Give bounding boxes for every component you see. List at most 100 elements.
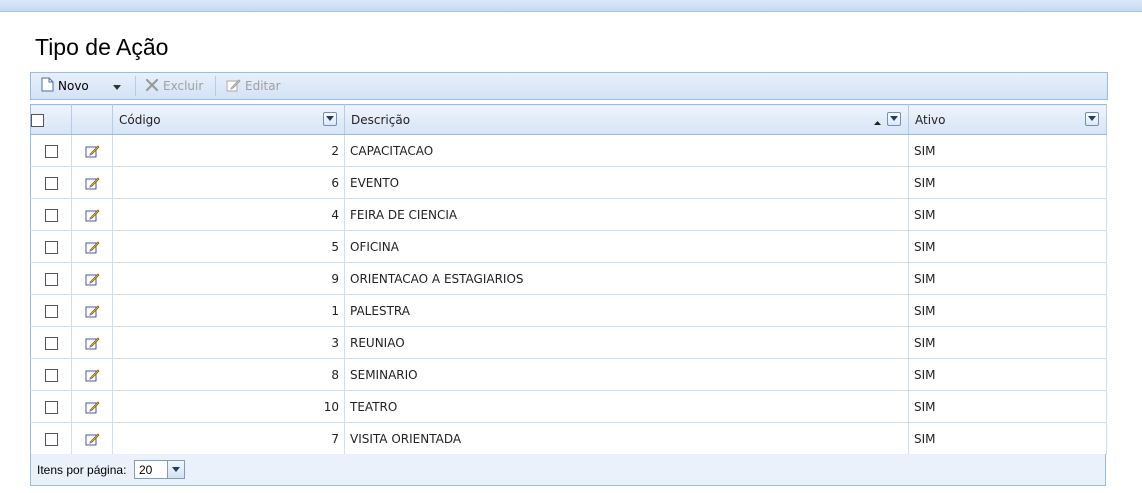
row-checkbox[interactable]: [44, 176, 58, 190]
table-row[interactable]: 6 EVENTO SIM: [30, 166, 1107, 199]
column-header-label: Código: [119, 112, 161, 127]
table-row[interactable]: 1 PALESTRA SIM: [30, 294, 1107, 327]
items-per-page-value: 20: [139, 463, 153, 477]
cell-codigo: 8: [112, 358, 345, 391]
row-select-cell[interactable]: [30, 390, 72, 423]
table-row[interactable]: 7 VISITA ORIENTADA SIM: [30, 422, 1107, 455]
row-checkbox[interactable]: [44, 304, 58, 318]
select-all-header[interactable]: [30, 104, 72, 135]
table-row[interactable]: 9 ORIENTACAO A ESTAGIARIOS SIM: [30, 262, 1107, 295]
chevron-down-icon[interactable]: [167, 461, 184, 478]
select-all-checkbox[interactable]: [31, 113, 44, 127]
column-header-label: Ativo: [915, 112, 946, 127]
row-checkbox[interactable]: [44, 144, 58, 158]
row-select-cell[interactable]: [30, 262, 72, 295]
row-edit-cell[interactable]: [71, 390, 113, 423]
row-select-cell[interactable]: [30, 166, 72, 199]
row-edit-cell[interactable]: [71, 134, 113, 167]
cell-descricao: FEIRA DE CIENCIA: [344, 198, 909, 231]
row-edit-cell[interactable]: [71, 326, 113, 359]
edit-record-icon[interactable]: [85, 175, 100, 190]
row-edit-cell[interactable]: [71, 422, 113, 455]
row-select-cell[interactable]: [30, 422, 72, 455]
cell-codigo: 3: [112, 326, 345, 359]
cell-descricao: VISITA ORIENTADA: [344, 422, 909, 455]
edit-record-icon[interactable]: [85, 335, 100, 350]
column-header-descricao[interactable]: Descrição: [344, 104, 909, 135]
new-dropdown-button[interactable]: [113, 73, 121, 99]
cell-descricao: EVENTO: [344, 166, 909, 199]
edit-record-icon[interactable]: [85, 143, 100, 158]
cell-codigo: 5: [112, 230, 345, 263]
items-per-page-select[interactable]: 20: [134, 460, 185, 479]
new-button[interactable]: Novo: [41, 73, 89, 99]
cell-codigo: 9: [112, 262, 345, 295]
row-select-cell[interactable]: [30, 358, 72, 391]
edit-record-icon[interactable]: [85, 367, 100, 382]
row-checkbox[interactable]: [44, 208, 58, 222]
cell-descricao: CAPACITACAO: [344, 134, 909, 167]
grid-header-row: Código Descrição Ativo: [30, 104, 1107, 135]
column-header-codigo[interactable]: Código: [112, 104, 345, 135]
items-per-page-label: Itens por página:: [37, 463, 127, 477]
cell-ativo: SIM: [908, 198, 1107, 231]
row-edit-cell[interactable]: [71, 198, 113, 231]
edit-record-icon[interactable]: [85, 239, 100, 254]
row-select-cell[interactable]: [30, 294, 72, 327]
cell-codigo: 7: [112, 422, 345, 455]
edit-button[interactable]: Editar: [226, 73, 281, 99]
row-checkbox[interactable]: [44, 272, 58, 286]
row-edit-cell[interactable]: [71, 230, 113, 263]
new-button-label: Novo: [58, 79, 89, 93]
row-select-cell[interactable]: [30, 230, 72, 263]
cell-ativo: SIM: [908, 166, 1107, 199]
cell-descricao: REUNIAO: [344, 326, 909, 359]
row-checkbox[interactable]: [44, 368, 58, 382]
cell-ativo: SIM: [908, 422, 1107, 455]
row-edit-cell[interactable]: [71, 166, 113, 199]
cell-codigo: 4: [112, 198, 345, 231]
filter-dropdown-icon[interactable]: [323, 112, 337, 126]
column-header-label: Descrição: [351, 112, 411, 127]
row-checkbox[interactable]: [44, 400, 58, 414]
edit-record-icon[interactable]: [85, 399, 100, 414]
pencil-icon: [226, 78, 241, 95]
edit-record-icon[interactable]: [85, 207, 100, 222]
row-checkbox[interactable]: [44, 336, 58, 350]
row-checkbox[interactable]: [44, 240, 58, 254]
cell-ativo: SIM: [908, 294, 1107, 327]
row-select-cell[interactable]: [30, 198, 72, 231]
table-row[interactable]: 2 CAPACITACAO SIM: [30, 134, 1107, 167]
close-icon: [145, 78, 159, 95]
edit-record-icon[interactable]: [85, 303, 100, 318]
edit-record-icon[interactable]: [85, 271, 100, 286]
page-title: Tipo de Ação: [35, 34, 169, 60]
row-select-cell[interactable]: [30, 134, 72, 167]
table-row[interactable]: 8 SEMINARIO SIM: [30, 358, 1107, 391]
table-row[interactable]: 10 TEATRO SIM: [30, 390, 1107, 423]
row-edit-cell[interactable]: [71, 294, 113, 327]
row-edit-cell[interactable]: [71, 358, 113, 391]
row-select-cell[interactable]: [30, 326, 72, 359]
delete-button[interactable]: Excluir: [145, 73, 203, 99]
cell-descricao: SEMINARIO: [344, 358, 909, 391]
cell-codigo: 6: [112, 166, 345, 199]
toolbar-separator: [215, 76, 216, 96]
table-row[interactable]: 3 REUNIAO SIM: [30, 326, 1107, 359]
filter-dropdown-icon[interactable]: [1085, 112, 1099, 126]
edit-button-label: Editar: [245, 79, 281, 93]
delete-button-label: Excluir: [163, 79, 204, 93]
new-document-icon: [41, 77, 54, 95]
cell-ativo: SIM: [908, 230, 1107, 263]
table-row[interactable]: 4 FEIRA DE CIENCIA SIM: [30, 198, 1107, 231]
table-row[interactable]: 5 OFICINA SIM: [30, 230, 1107, 263]
grid-footer: Itens por página: 20: [30, 454, 1106, 486]
filter-dropdown-icon[interactable]: [887, 112, 901, 126]
cell-codigo: 1: [112, 294, 345, 327]
row-checkbox[interactable]: [44, 432, 58, 446]
column-header-ativo[interactable]: Ativo: [908, 104, 1107, 135]
row-edit-cell[interactable]: [71, 262, 113, 295]
cell-codigo: 10: [112, 390, 345, 423]
data-grid: Código Descrição Ativo 2 CAPACITACAO SIM…: [30, 104, 1107, 455]
edit-record-icon[interactable]: [85, 431, 100, 446]
